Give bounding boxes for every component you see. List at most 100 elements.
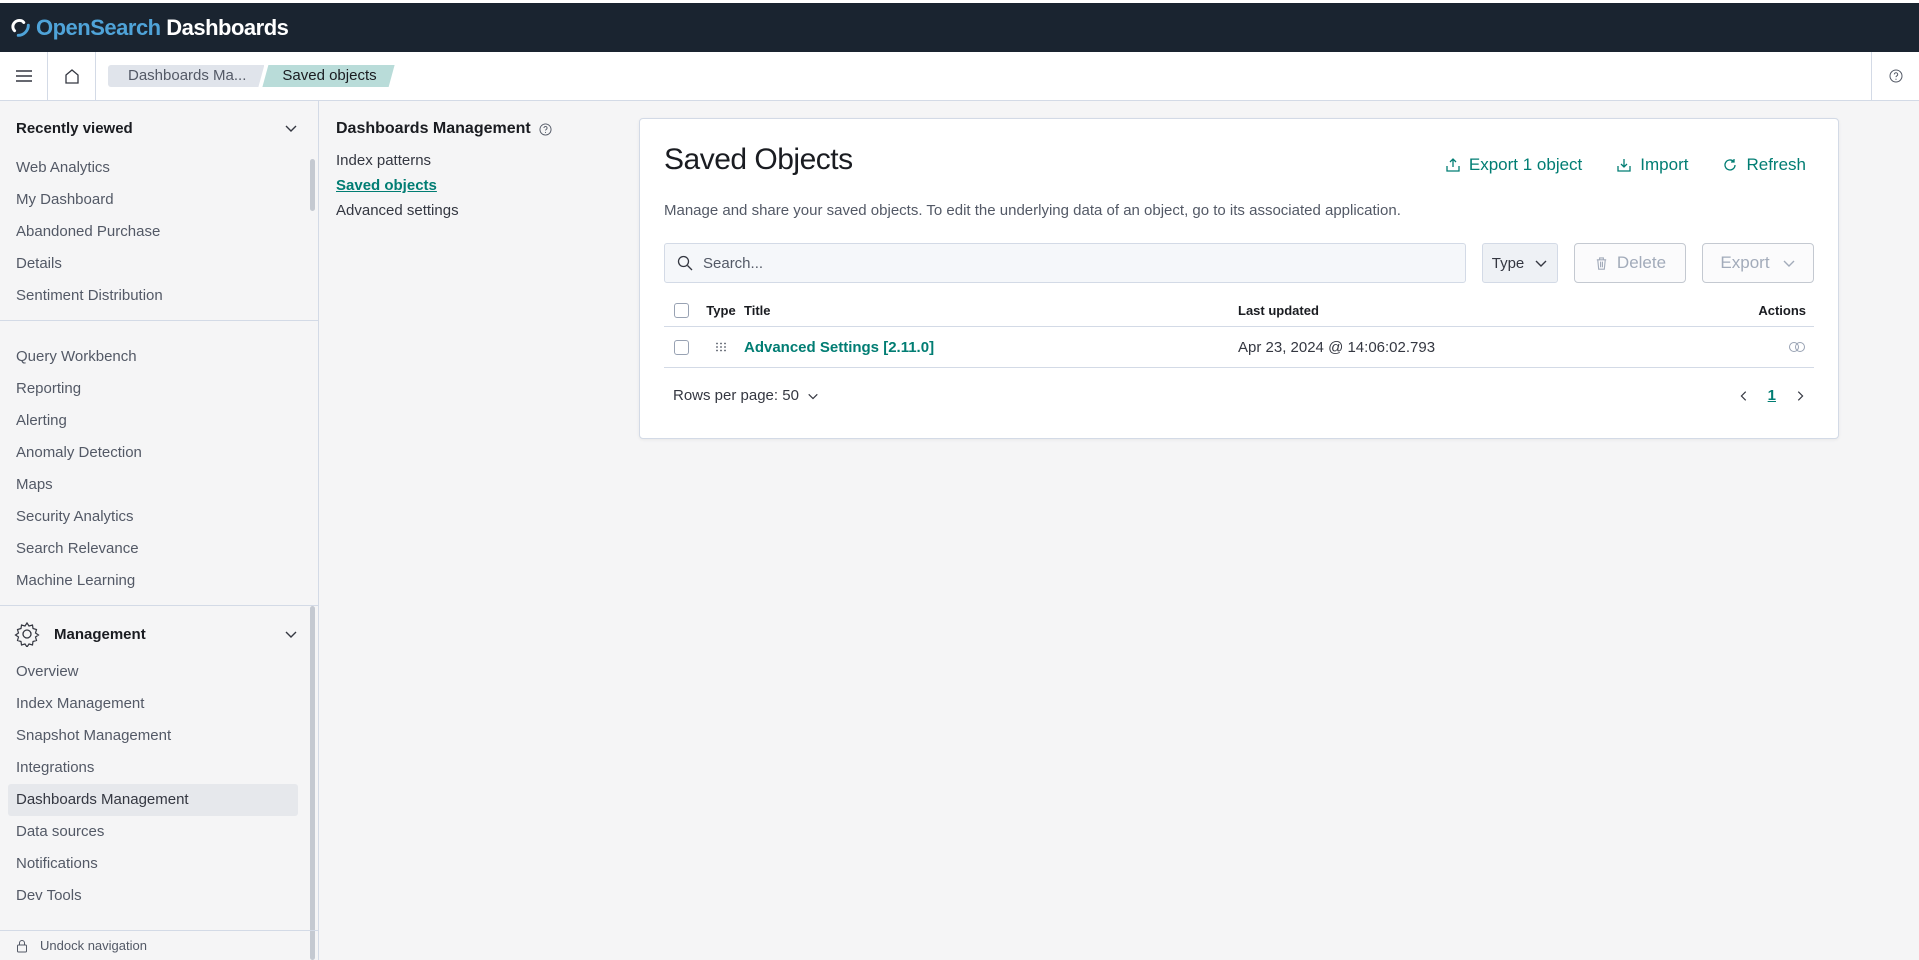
delete-button[interactable]: Delete [1574,243,1686,283]
select-all-checkbox[interactable] [673,303,689,318]
object-title-link[interactable]: Advanced Settings [2.11.0] [744,339,934,356]
management-side-menu: Dashboards Management Index patterns Sav… [336,117,586,223]
menu-item-index-patterns[interactable]: Index patterns [336,148,586,173]
import-icon [1617,159,1631,172]
plugin-list: Query Workbench Reporting Alerting Anoma… [0,341,318,597]
nav-item-dashboards-management[interactable]: Dashboards Management [8,784,298,816]
breadcrumb: Dashboards Ma... Saved objects [108,65,393,87]
top-bar: OpenSearch Dashboards [0,0,1919,52]
column-header-last-updated[interactable]: Last updated [1238,303,1738,318]
page-description: Manage and share your saved objects. To … [664,202,1401,219]
nav-item-machine-learning[interactable]: Machine Learning [0,565,318,597]
management-menu-title-text: Dashboards Management [336,120,531,137]
nav-item-overview[interactable]: Overview [0,656,318,688]
nav-item-data-sources[interactable]: Data sources [0,816,318,848]
management-header[interactable]: Management [0,612,318,656]
nav-item-sentiment-distribution[interactable]: Sentiment Distribution [0,280,318,312]
recent-list: Web Analytics My Dashboard Abandoned Pur… [0,152,318,312]
settings-type-icon [716,342,726,352]
nav-item-security-analytics[interactable]: Security Analytics [0,501,318,533]
row-checkbox[interactable] [673,339,689,355]
search-icon [677,255,693,271]
undock-navigation-button[interactable]: Undock navigation [0,930,318,960]
nav-item-anomaly-detection[interactable]: Anomaly Detection [0,437,318,469]
nav-item-abandoned-purchase[interactable]: Abandoned Purchase [0,216,318,248]
table-row: Advanced Settings [2.11.0] Apr 23, 2024 … [664,327,1814,368]
nav-item-details[interactable]: Details [0,248,318,280]
refresh-icon [1724,159,1737,171]
nav-item-alerting[interactable]: Alerting [0,405,318,437]
page-number-button[interactable]: 1 [1768,387,1776,404]
recently-viewed-header[interactable]: Recently viewed [0,110,318,146]
export-all-label: Export 1 object [1468,155,1583,174]
hamburger-icon [15,70,32,82]
nav-item-dev-tools[interactable]: Dev Tools [0,880,318,912]
chevron-right-icon[interactable] [1794,390,1806,402]
export-all-button[interactable]: Export 1 object [1445,155,1582,175]
divider [0,320,318,321]
logo-text: OpenSearch Dashboards [36,14,289,40]
nav-item-query-workbench[interactable]: Query Workbench [0,341,318,373]
breadcrumb-dashboards-management[interactable]: Dashboards Ma... [108,65,264,87]
chevron-down-icon [285,631,297,638]
type-filter-button[interactable]: Type [1482,243,1558,283]
help-menu-button[interactable] [1871,52,1919,100]
import-button[interactable]: Import [1616,155,1688,175]
chevron-down-icon [808,393,818,399]
import-label: Import [1640,155,1689,174]
management-title: Management [54,625,146,643]
menu-toggle-button[interactable] [0,52,48,100]
page-title: Saved Objects [664,143,853,176]
column-header-title[interactable]: Title [744,303,1238,318]
delete-label: Delete [1616,253,1667,272]
nav-item-my-dashboard[interactable]: My Dashboard [0,184,318,216]
export-label: Export [1720,253,1770,272]
column-header-actions: Actions [1758,303,1806,318]
opensearch-logo[interactable]: OpenSearch Dashboards [10,13,289,43]
nav-item-web-analytics[interactable]: Web Analytics [0,152,318,184]
pagination: 1 [1738,387,1806,404]
lock-icon [17,939,27,952]
relationships-icon[interactable] [1788,341,1806,353]
nav-item-search-relevance[interactable]: Search Relevance [0,533,318,565]
export-icon [1446,158,1460,172]
saved-objects-table: Type Title Last updated Actions Advanced… [664,295,1814,368]
rows-per-page-label: Rows per page: 50 [673,387,799,404]
nav-item-notifications[interactable]: Notifications [0,848,318,880]
chevron-down-icon [1535,260,1547,267]
nav-item-maps[interactable]: Maps [0,469,318,501]
search-input[interactable]: Search... [664,243,1466,283]
left-navigation: Recently viewed Web Analytics My Dashboa… [0,101,319,960]
undock-label: Undock navigation [40,938,147,953]
search-placeholder: Search... [703,254,764,272]
rows-per-page-button[interactable]: Rows per page: 50 [673,387,819,404]
help-icon [1889,69,1902,83]
nav-item-integrations[interactable]: Integrations [0,752,318,784]
saved-objects-panel: Saved Objects Export 1 object Import Ref… [639,118,1839,439]
chevron-left-icon[interactable] [1738,390,1750,402]
recently-viewed-title: Recently viewed [16,119,133,137]
header-actions: Export 1 object Import Refresh [1445,155,1806,175]
table-header: Type Title Last updated Actions [664,295,1814,327]
trash-icon [1596,256,1607,270]
refresh-label: Refresh [1746,155,1806,174]
menu-item-saved-objects[interactable]: Saved objects [336,173,586,198]
nav-item-snapshot-management[interactable]: Snapshot Management [0,720,318,752]
home-button[interactable] [48,52,96,100]
type-filter-label: Type [1491,254,1525,272]
refresh-button[interactable]: Refresh [1722,155,1806,175]
management-list: Overview Index Management Snapshot Manag… [0,656,318,912]
management-menu-title: Dashboards Management [336,117,586,141]
export-button[interactable]: Export [1702,243,1814,283]
help-icon[interactable] [539,122,552,136]
home-icon [64,69,79,84]
nav-item-index-management[interactable]: Index Management [0,688,318,720]
object-last-updated: Apr 23, 2024 @ 14:06:02.793 [1238,338,1436,356]
menu-item-advanced-settings[interactable]: Advanced settings [336,198,586,223]
opensearch-logo-icon [11,18,30,37]
column-header-type[interactable]: Type [698,303,744,318]
chevron-down-icon [1783,260,1795,267]
scrollbar-thumb[interactable] [310,159,315,211]
nav-item-reporting[interactable]: Reporting [0,373,318,405]
scrollbar-thumb[interactable] [310,606,315,960]
